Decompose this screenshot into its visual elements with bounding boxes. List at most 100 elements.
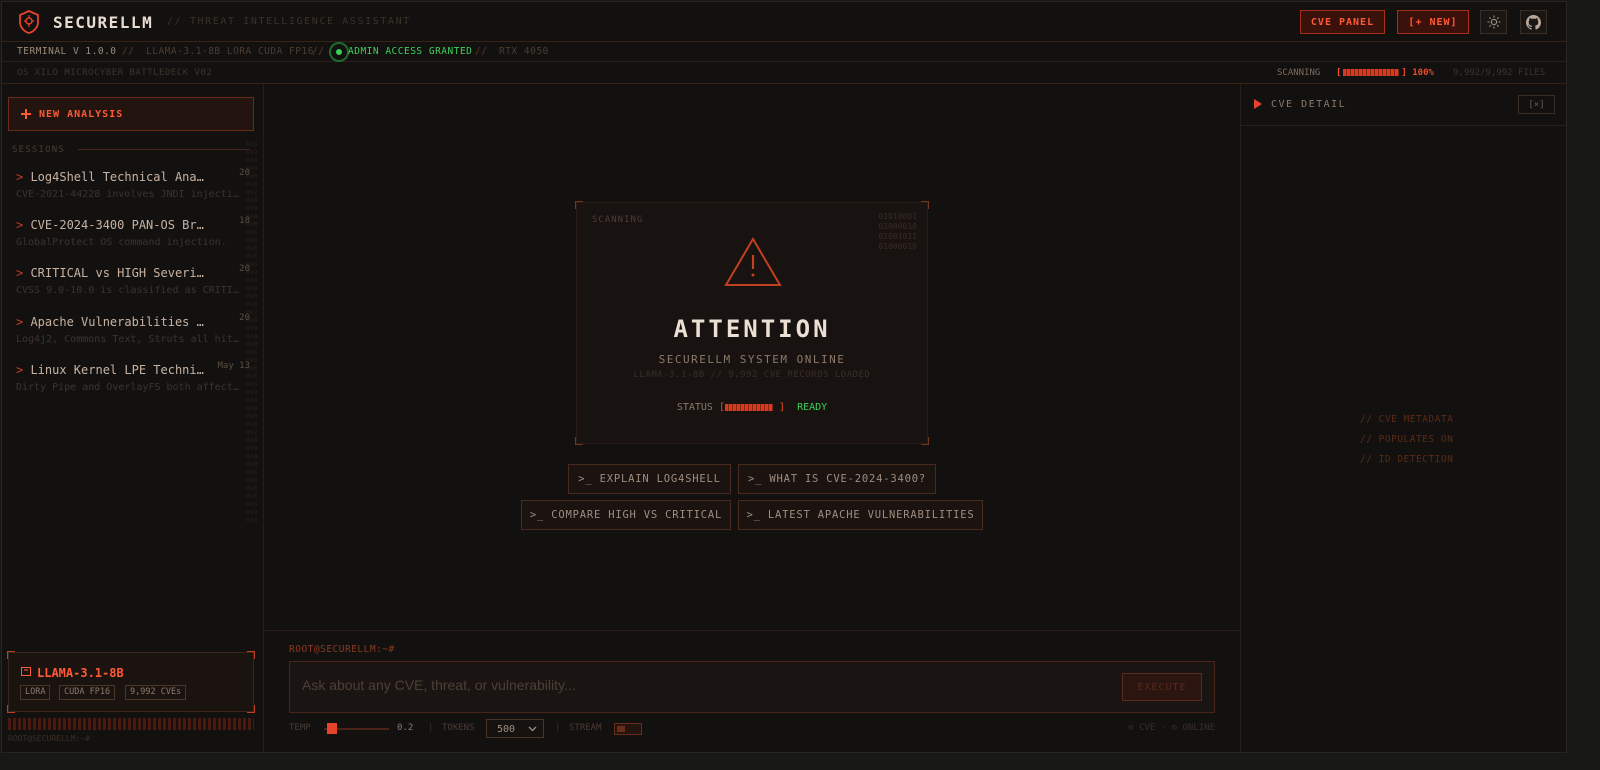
- model-info: LLAMA-3.1-8B LORA CUDA FP16: [146, 46, 314, 57]
- scan-progress-bar: [1343, 69, 1400, 76]
- gpu-info: RTX 4050: [499, 46, 549, 57]
- divider: [78, 149, 250, 150]
- brand-tagline: // THREAT INTELLIGENCE ASSISTANT: [167, 16, 411, 27]
- theme-toggle-button[interactable]: [1480, 10, 1507, 34]
- scan-progress-percent: 100%: [1412, 68, 1434, 78]
- records-loaded-text: LLAMA-3.1-8B // 9,992 CVE RECORDS LOADED: [633, 370, 871, 380]
- cve-detail-title: CVE DETAIL: [1271, 99, 1347, 110]
- session-title: > CVE-2024-3400 PAN-OS Breakdo…: [16, 218, 211, 232]
- chip-icon: [21, 667, 31, 676]
- execute-button[interactable]: EXECUTE: [1122, 673, 1202, 701]
- footer-status: ⊙ CVE · ⊙ ONLINE: [1128, 723, 1215, 733]
- stream-label: STREAM: [569, 723, 602, 733]
- separator: |: [428, 723, 434, 733]
- corner-decoration: [7, 705, 15, 713]
- scan-progress: [] 100%: [1336, 68, 1434, 78]
- temperature-slider-thumb[interactable]: [327, 723, 337, 734]
- tokens-select[interactable]: 500: [486, 719, 544, 738]
- panel-note: // POPULATES ON: [1360, 434, 1454, 445]
- model-chip: CUDA FP16: [59, 685, 116, 700]
- corner-decoration: [575, 437, 583, 445]
- main-panel: SCANNING 01010001 01000010 01001011 0100001…: [265, 84, 1240, 630]
- session-preview: CVSS 9.0-10.0 is classified as CRITI…: [16, 285, 239, 296]
- session-date: 20: [239, 313, 250, 323]
- session-preview: CVE-2021-44228 involves JNDI injecti…: [16, 189, 239, 200]
- admin-status-dot-icon: [329, 42, 349, 62]
- session-item[interactable]: > Log4Shell Technical Analysis CVE-2021-…: [16, 168, 252, 200]
- sidebar-prompt: ROOT@SECURELLM:~#: [8, 734, 90, 743]
- tokens-value: 500: [497, 724, 516, 735]
- status-progress-bar: [725, 403, 773, 411]
- plus-icon: [21, 109, 31, 119]
- corner-decoration: [247, 651, 255, 659]
- sessions-heading: SESSIONS: [12, 145, 65, 155]
- query-input[interactable]: [302, 677, 1102, 693]
- session-preview: Dirty Pipe and OverlayFS both affect…: [16, 382, 239, 393]
- status-label: STATUS: [676, 402, 713, 413]
- terminal-version: TERMINAL V 1.0.0: [17, 46, 117, 57]
- separator: //: [475, 46, 488, 57]
- quick-action-explain-log4shell[interactable]: >_ EXPLAIN LOG4SHELL: [568, 464, 731, 494]
- panel-note: // ID DETECTION: [1360, 454, 1454, 465]
- quick-action-compare-severity[interactable]: >_ COMPARE HIGH VS CRITICAL: [521, 500, 731, 530]
- scanned-files-count: 9,992/9,992 FILES: [1453, 68, 1546, 78]
- tokens-label: TOKENS: [442, 723, 475, 733]
- cve-panel-button[interactable]: CVE PANEL: [1300, 10, 1385, 34]
- query-input-area: ROOT@SECURELLM:~# EXECUTE TEMP 0.2 | TOK…: [265, 630, 1240, 752]
- github-button[interactable]: [1520, 10, 1547, 34]
- cve-detail-panel: CVE DETAIL [×] // CVE METADATA // POPULA…: [1240, 84, 1566, 752]
- terminal-prompt: ROOT@SECURELLM:~#: [289, 644, 395, 655]
- warning-triangle-icon: [724, 237, 782, 286]
- quick-action-cve-2024-3400[interactable]: >_ WHAT IS CVE-2024-3400?: [738, 464, 936, 494]
- session-item[interactable]: > CVE-2024-3400 PAN-OS Breakdo… GlobalPr…: [16, 216, 252, 248]
- activity-bar-decoration: [8, 718, 254, 730]
- separator: |: [555, 723, 561, 733]
- new-analysis-button[interactable]: NEW ANALYSIS: [8, 97, 254, 131]
- corner-decoration: [921, 201, 929, 209]
- admin-access-status: ADMIN ACCESS GRANTED: [348, 46, 473, 57]
- model-chip: LORA: [20, 685, 51, 700]
- chevron-down-icon: [528, 726, 537, 732]
- session-title: > Log4Shell Technical Analysis: [16, 170, 211, 184]
- github-icon: [1526, 14, 1541, 30]
- shield-logo-icon: [19, 10, 39, 34]
- new-button[interactable]: [+ NEW]: [1397, 10, 1469, 34]
- system-status: STATUS [ ] READY: [676, 402, 828, 413]
- card-scanning-label: SCANNING: [592, 215, 644, 225]
- session-title: > CRITICAL vs HIGH Severity: [16, 266, 211, 280]
- scanning-label: SCANNING: [1277, 68, 1321, 78]
- close-panel-button[interactable]: [×]: [1518, 95, 1555, 114]
- attention-card: SCANNING 01010001 01000010 01001011 0100001…: [575, 201, 929, 445]
- attention-title: ATTENTION: [673, 315, 831, 343]
- session-item[interactable]: > Linux Kernel LPE Techniqu… Dirty Pipe …: [16, 361, 252, 393]
- session-preview: Log4j2, Commons Text, Struts all hit…: [16, 334, 239, 345]
- quick-action-apache-vulns[interactable]: >_ LATEST APACHE VULNERABILITIES: [738, 500, 983, 530]
- session-date: 20: [239, 264, 250, 274]
- corner-decoration: [7, 651, 15, 659]
- session-date: 18: [239, 216, 250, 226]
- separator: //: [122, 46, 135, 57]
- sidebar: NEW ANALYSIS SESSIONS 0x1 0x2 0x3 0x4 0x5 0x6…: [2, 84, 264, 752]
- binary-decoration: 01010001 01000010 01001011 01000010: [878, 212, 917, 251]
- session-title: > Linux Kernel LPE Techniqu…: [16, 363, 211, 377]
- status-ready: READY: [797, 402, 828, 413]
- stream-toggle[interactable]: [614, 723, 642, 735]
- corner-decoration: [247, 705, 255, 713]
- new-analysis-label: NEW ANALYSIS: [39, 108, 124, 120]
- panel-note: // CVE METADATA: [1360, 414, 1454, 425]
- session-item[interactable]: > Apache Vulnerabilities Q2 20… Log4j2, …: [16, 313, 252, 345]
- corner-decoration: [575, 201, 583, 209]
- app-window: SECURELLM // THREAT INTELLIGENCE ASSISTA…: [1, 1, 1567, 753]
- top-header: SECURELLM // THREAT INTELLIGENCE ASSISTA…: [2, 2, 1566, 42]
- play-arrow-icon: [1254, 99, 1262, 109]
- status-bar-secondary: OS XILO MICROCYBER BATTLEDECK V02 SCANNI…: [2, 63, 1566, 84]
- session-preview: GlobalProtect OS command injection.: [16, 237, 227, 248]
- cve-detail-header: CVE DETAIL [×]: [1241, 84, 1566, 126]
- query-input-box: EXECUTE: [289, 661, 1215, 713]
- host-info: OS XILO MICROCYBER BATTLEDECK V02: [17, 68, 213, 78]
- model-name: LLAMA-3.1-8B: [37, 666, 124, 680]
- model-chip: 9,992 CVEs: [125, 685, 187, 700]
- temp-value: 0.2: [397, 723, 414, 733]
- session-item[interactable]: > CRITICAL vs HIGH Severity CVSS 9.0-10.…: [16, 264, 252, 296]
- system-online-text: SECURELLM SYSTEM ONLINE: [658, 353, 846, 366]
